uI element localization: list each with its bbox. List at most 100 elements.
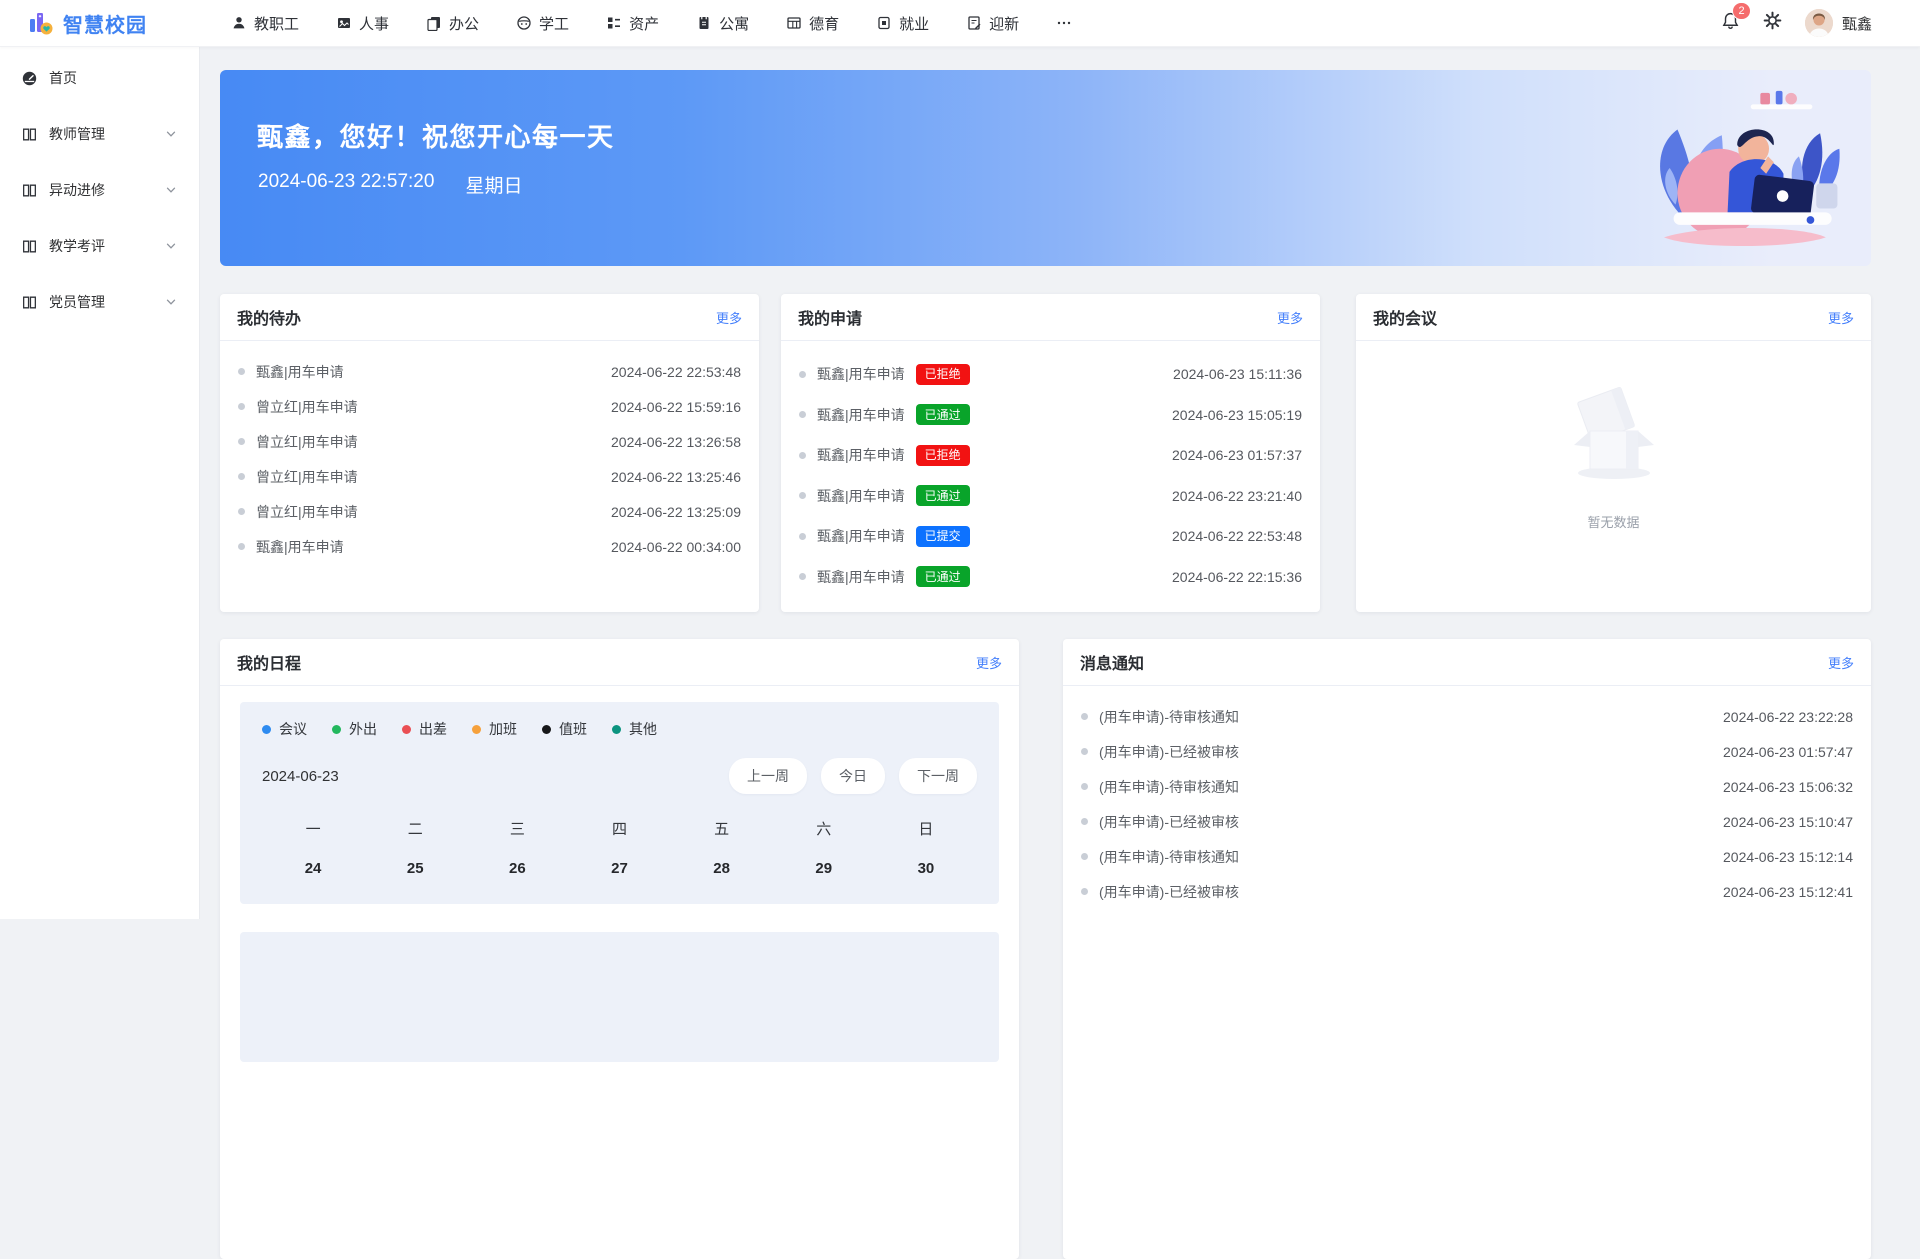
brand-name: 智慧校园 (63, 9, 147, 38)
sidebar-item[interactable]: 首页 (0, 50, 199, 106)
meeting-more-link[interactable]: 更多 (1828, 308, 1854, 327)
schedule-panel: 会议 外出 出差 (240, 702, 999, 904)
date-cell[interactable]: 29 (773, 860, 875, 877)
notice-item-time: 2024-06-23 15:06:32 (1723, 779, 1853, 795)
date-cell[interactable]: 28 (671, 860, 773, 877)
apply-item[interactable]: 甄鑫|用车申请 已通过 2024-06-22 22:15:36 (799, 557, 1302, 598)
sidebar-item-icon (21, 294, 38, 311)
week-nav-button[interactable]: 下一周 (899, 758, 977, 794)
notice-item[interactable]: (用车申请)-待审核通知 2024-06-23 15:06:32 (1081, 769, 1853, 804)
sidebar-item[interactable]: 教师管理 (0, 106, 199, 162)
top-menu-item[interactable]: 办公 (426, 13, 479, 34)
apply-item[interactable]: 甄鑫|用车申请 已通过 2024-06-22 23:21:40 (799, 476, 1302, 517)
top-menu-more[interactable] (1056, 15, 1072, 31)
weekday-cell[interactable]: 四 (568, 818, 670, 839)
notice-item-text: (用车申请)-已经被审核 (1099, 882, 1239, 902)
sidebar-item[interactable]: 教学考评 (0, 218, 199, 274)
todo-more-link[interactable]: 更多 (716, 308, 742, 327)
weekday-cell[interactable]: 日 (875, 818, 977, 839)
notice-item[interactable]: (用车申请)-已经被审核 2024-06-23 01:57:47 (1081, 734, 1853, 769)
cards-row-2: 我的日程 更多 会议 外出 (220, 639, 1871, 1259)
legend-dot-icon (542, 725, 551, 734)
todo-item-time: 2024-06-22 13:25:09 (611, 504, 741, 520)
top-menu-item[interactable]: 公寓 (696, 13, 749, 34)
top-menu-item[interactable]: 迎新 (966, 13, 1019, 34)
todo-card-title: 我的待办 (237, 305, 301, 329)
top-menu-item-label: 就业 (899, 13, 929, 34)
top-menu-item-label: 迎新 (989, 13, 1019, 34)
notice-item[interactable]: (用车申请)-已经被审核 2024-06-23 15:10:47 (1081, 804, 1853, 839)
weekday-cell[interactable]: 三 (466, 818, 568, 839)
brand[interactable]: 智慧校园 (0, 9, 200, 38)
apply-item-text: 甄鑫|用车申请 (817, 445, 905, 465)
notification-badge: 2 (1732, 2, 1751, 20)
chevron-down-icon (165, 296, 177, 308)
notice-more-link[interactable]: 更多 (1828, 653, 1854, 672)
notice-item-text: (用车申请)-待审核通知 (1099, 707, 1239, 727)
week-nav-button[interactable]: 上一周 (729, 758, 807, 794)
weekday-cell[interactable]: 六 (773, 818, 875, 839)
todo-item[interactable]: 甄鑫|用车申请 2024-06-22 00:34:00 (238, 529, 741, 564)
bullet-dot-icon (799, 492, 806, 499)
sidebar-item[interactable]: 异动进修 (0, 162, 199, 218)
schedule-more-link[interactable]: 更多 (976, 653, 1002, 672)
todo-item-time: 2024-06-22 22:53:48 (611, 364, 741, 380)
top-menu-item[interactable]: 就业 (876, 13, 929, 34)
todo-item-time: 2024-06-22 13:25:46 (611, 469, 741, 485)
date-cell[interactable]: 26 (466, 860, 568, 877)
bullet-dot-icon (238, 508, 245, 515)
top-menu-item[interactable]: 人事 (336, 13, 389, 34)
bullet-dot-icon (1081, 783, 1088, 790)
sidebar-item-icon (21, 238, 38, 255)
top-menu-item-icon (231, 15, 247, 31)
user-menu[interactable]: 甄鑫 (1805, 9, 1872, 37)
date-cell[interactable]: 30 (875, 860, 977, 877)
apply-item[interactable]: 甄鑫|用车申请 已提交 2024-06-22 22:53:48 (799, 516, 1302, 557)
date-cell[interactable]: 25 (364, 860, 466, 877)
bullet-dot-icon (799, 573, 806, 580)
notice-item[interactable]: (用车申请)-已经被审核 2024-06-23 15:12:41 (1081, 874, 1853, 909)
date-cell[interactable]: 27 (568, 860, 670, 877)
todo-item[interactable]: 曾立红|用车申请 2024-06-22 13:26:58 (238, 424, 741, 459)
apply-item-text: 甄鑫|用车申请 (817, 486, 905, 506)
weekday-cell[interactable]: 一 (262, 818, 364, 839)
meeting-empty-state: 暂无数据 (1356, 341, 1871, 531)
legend-dot-icon (262, 725, 271, 734)
week-nav-button[interactable]: 今日 (821, 758, 885, 794)
todo-item[interactable]: 曾立红|用车申请 2024-06-22 15:59:16 (238, 389, 741, 424)
schedule-card: 我的日程 更多 会议 外出 (220, 639, 1019, 1259)
legend-label: 加班 (489, 719, 517, 739)
todo-item[interactable]: 曾立红|用车申请 2024-06-22 13:25:09 (238, 494, 741, 529)
top-menu-item[interactable]: 教职工 (231, 13, 299, 34)
top-menu-item-icon (696, 15, 712, 31)
top-menu-item[interactable]: 学工 (516, 13, 569, 34)
todo-item[interactable]: 曾立红|用车申请 2024-06-22 13:25:46 (238, 459, 741, 494)
weekday-cell[interactable]: 五 (671, 818, 773, 839)
top-menu-item[interactable]: 德育 (786, 13, 839, 34)
apply-item[interactable]: 甄鑫|用车申请 已通过 2024-06-23 15:05:19 (799, 395, 1302, 436)
welcome-banner: 甄鑫，您好！祝您开心每一天 2024-06-23 22:57:20 星期日 (220, 70, 1871, 266)
banner-date-text: 2024-06-23 22:57:20 (258, 171, 434, 198)
empty-box-icon (1554, 385, 1674, 490)
notice-item[interactable]: (用车申请)-待审核通知 2024-06-23 15:12:14 (1081, 839, 1853, 874)
sidebar-item-icon (21, 126, 38, 143)
top-menu-item-icon (966, 15, 982, 31)
legend-item: 会议 (262, 719, 307, 739)
apply-more-link[interactable]: 更多 (1277, 308, 1303, 327)
apply-item[interactable]: 甄鑫|用车申请 已拒绝 2024-06-23 01:57:37 (799, 435, 1302, 476)
sidebar: 首页 教师管理 异动进修 教学考评 党员管理 (0, 47, 200, 919)
notice-item[interactable]: (用车申请)-待审核通知 2024-06-22 23:22:28 (1081, 699, 1853, 734)
weekday-cell[interactable]: 二 (364, 818, 466, 839)
sidebar-item[interactable]: 党员管理 (0, 274, 199, 330)
bullet-dot-icon (799, 452, 806, 459)
apply-item[interactable]: 甄鑫|用车申请 已拒绝 2024-06-23 15:11:36 (799, 354, 1302, 395)
sidebar-item-icon (21, 70, 38, 87)
todo-item[interactable]: 甄鑫|用车申请 2024-06-22 22:53:48 (238, 354, 741, 389)
legend-dot-icon (472, 725, 481, 734)
bullet-dot-icon (1081, 713, 1088, 720)
settings-button[interactable] (1763, 11, 1782, 35)
top-menu-item-icon (516, 15, 532, 31)
notification-bell[interactable]: 2 (1721, 11, 1740, 35)
date-cell[interactable]: 24 (262, 860, 364, 877)
top-menu-item[interactable]: 资产 (606, 13, 659, 34)
